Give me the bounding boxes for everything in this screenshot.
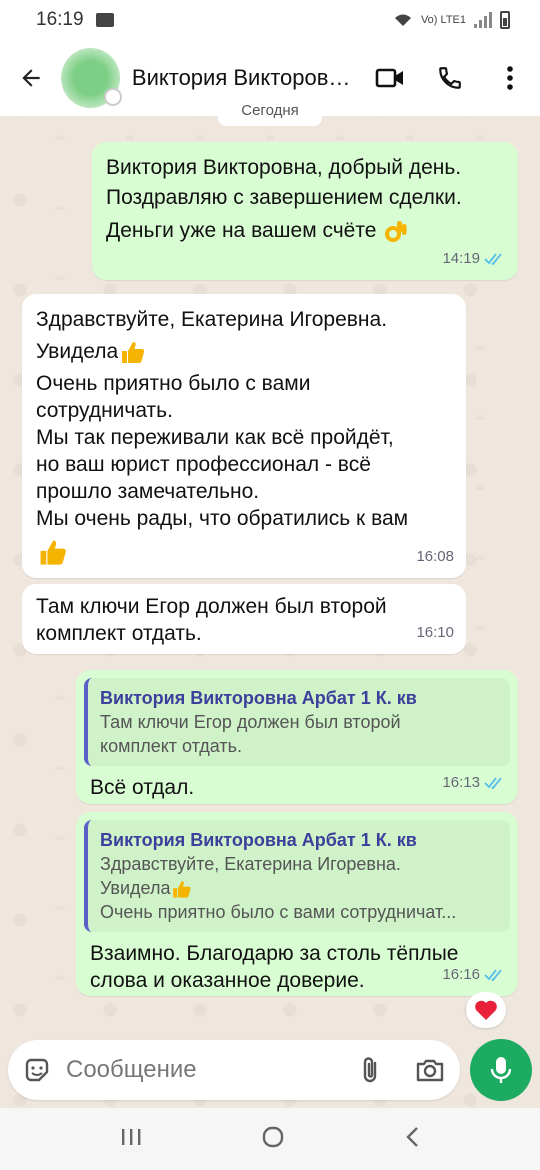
thumbs-up-emoji-icon xyxy=(173,881,192,898)
message-text: Поздравляю с завершением сделки. xyxy=(106,186,462,209)
message-text: но ваш юрист профессионал - всё xyxy=(36,453,371,477)
message-text: Виктория Викторовна, добрый день. xyxy=(106,156,462,179)
heart-icon xyxy=(475,1000,497,1020)
message-text: Там ключи Егор должен был второй xyxy=(36,595,387,618)
message-text: прошло замечательно. xyxy=(36,480,260,504)
message-text: Очень приятно было с вами xyxy=(36,372,311,396)
message-time: 16:08 xyxy=(416,548,454,565)
message-input[interactable] xyxy=(66,1056,340,1084)
recent-apps-icon xyxy=(121,1128,141,1145)
read-receipt-icon xyxy=(484,968,502,981)
emoji-button[interactable] xyxy=(8,1056,66,1084)
message-incoming[interactable]: Там ключи Егор должен был второй комплек… xyxy=(22,584,466,654)
system-back-button[interactable] xyxy=(404,1125,420,1154)
message-text: Увидела xyxy=(36,340,119,363)
message-outgoing-reply[interactable]: Виктория Викторовна Арбат 1 К. кв Здравс… xyxy=(76,812,518,996)
thumbs-up-emoji-icon xyxy=(40,541,66,566)
quoted-author: Виктория Викторовна Арбат 1 К. кв xyxy=(100,688,417,708)
thumbs-up-emoji-icon xyxy=(122,342,145,364)
message-time: 16:10 xyxy=(416,624,454,641)
video-camera-icon xyxy=(375,68,403,88)
message-time: 16:13 xyxy=(442,774,480,791)
quoted-message[interactable]: Виктория Викторовна Арбат 1 К. кв Там кл… xyxy=(84,678,510,766)
message-meta: 16:16 xyxy=(442,961,506,988)
folder-icon xyxy=(95,13,114,27)
more-options-button[interactable] xyxy=(480,40,540,116)
status-time: 16:19 xyxy=(36,9,84,30)
voice-record-button[interactable] xyxy=(470,1039,532,1101)
camera-button[interactable] xyxy=(400,1057,460,1083)
read-receipt-icon xyxy=(484,776,502,789)
message-text: Деньги уже на вашем счёте xyxy=(106,219,377,242)
more-vertical-icon xyxy=(507,66,513,90)
message-time: 16:16 xyxy=(442,966,480,983)
quoted-message[interactable]: Виктория Викторовна Арбат 1 К. кв Здравс… xyxy=(84,820,510,933)
message-outgoing-reply[interactable]: Виктория Викторовна Арбат 1 К. кв Там кл… xyxy=(76,670,518,804)
message-meta: 16:08 xyxy=(416,543,454,570)
home-button[interactable] xyxy=(261,1125,285,1154)
signal-icon xyxy=(474,12,492,28)
quoted-text: Очень приятно было с вами сотрудничат... xyxy=(100,902,457,923)
battery-icon xyxy=(500,11,510,29)
message-text: Мы очень рады, что обратились к вам xyxy=(36,507,409,531)
message-text: комплект отдать. xyxy=(36,622,202,645)
message-meta: 16:10 xyxy=(416,619,454,646)
avatar[interactable] xyxy=(60,48,122,108)
contact-name[interactable]: Виктория Викторовна Арбат 1 К. кв xyxy=(132,65,360,91)
camera-icon xyxy=(416,1059,444,1082)
back-button[interactable] xyxy=(0,40,63,116)
message-composer xyxy=(8,1040,460,1100)
network-label: Vo) LTE1 xyxy=(420,14,466,26)
message-meta: 14:19 xyxy=(442,245,506,272)
wifi-icon xyxy=(394,14,411,26)
message-incoming[interactable]: Здравствуйте, Екатерина Игоревна. Увидел… xyxy=(22,294,466,578)
chevron-left-icon xyxy=(406,1126,419,1147)
status-bar: 16:19 Vo) LTE1 xyxy=(0,0,540,40)
video-call-button[interactable] xyxy=(360,40,420,116)
system-navigation-bar xyxy=(0,1108,540,1170)
message-outgoing[interactable]: Виктория Викторовна, добрый день. Поздра… xyxy=(92,142,518,280)
message-time: 14:19 xyxy=(442,250,480,267)
ok-hand-emoji-icon xyxy=(385,221,407,243)
home-circle-icon xyxy=(262,1126,284,1147)
microphone-icon xyxy=(490,1057,512,1083)
sticker-smiley-icon xyxy=(25,1058,49,1082)
read-receipt-icon xyxy=(484,252,502,265)
recent-apps-button[interactable] xyxy=(120,1127,142,1152)
reaction-badge[interactable] xyxy=(466,992,506,1028)
attach-button[interactable] xyxy=(340,1055,400,1085)
paperclip-icon xyxy=(363,1057,377,1083)
arrow-left-icon xyxy=(22,69,41,87)
message-text: сотрудничать. xyxy=(36,399,173,423)
message-text: Здравствуйте, Екатерина Игоревна. xyxy=(36,308,388,331)
quoted-text: Увидела xyxy=(100,878,171,898)
message-meta: 16:13 xyxy=(442,769,506,796)
quoted-text: Там ключи Егор должен был второй xyxy=(100,712,401,732)
quoted-text: Здравствуйте, Екатерина Игоревна. xyxy=(100,854,401,874)
status-icons: Vo) LTE1 xyxy=(393,11,510,29)
voice-call-button[interactable] xyxy=(420,40,480,116)
quoted-author: Виктория Викторовна Арбат 1 К. кв xyxy=(100,830,417,850)
message-text: Мы так переживали как всё пройдёт, xyxy=(36,426,394,450)
date-separator: Сегодня xyxy=(218,104,322,126)
phone-icon xyxy=(439,67,461,89)
quoted-text: комплект отдать. xyxy=(100,736,243,756)
